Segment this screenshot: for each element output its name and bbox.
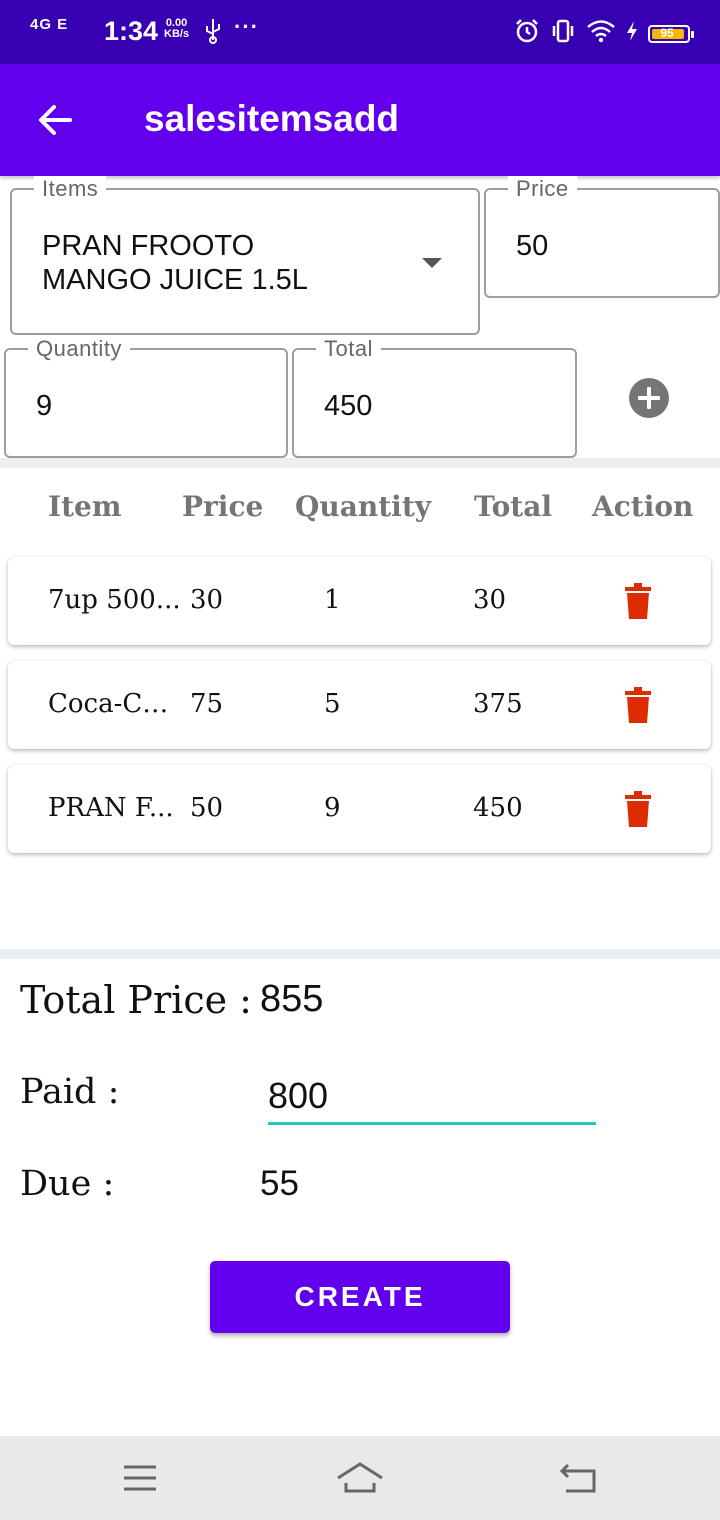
plus-circle-icon[interactable] [629, 378, 669, 418]
price-field[interactable]: Price 50 [484, 176, 720, 298]
cell-quantity: 1 [324, 585, 341, 615]
quantity-label: Quantity [28, 336, 130, 362]
cell-item: PRAN F... [48, 793, 174, 823]
cell-price: 30 [190, 585, 224, 615]
battery-icon: 95 [648, 24, 694, 43]
divider [0, 949, 720, 959]
cell-item: Coca-Co... [48, 689, 182, 719]
paid-label: Paid : [20, 1072, 120, 1112]
charging-icon [626, 20, 638, 47]
total-price-label: Total Price : [20, 978, 252, 1022]
page-title: salesitemsadd [144, 98, 400, 139]
cell-total: 450 [473, 793, 523, 823]
quantity-field[interactable]: Quantity 9 [4, 336, 288, 458]
header-total: Total [474, 490, 553, 523]
menu-icon[interactable] [122, 1464, 158, 1497]
table-row: Coca-Co... 75 5 375 [8, 661, 711, 749]
network-speed: 0.00 KB/s [164, 18, 189, 40]
total-label: Total [316, 336, 381, 362]
arrow-left-icon[interactable] [36, 100, 76, 140]
header-action: Action [592, 490, 694, 523]
divider [0, 458, 720, 468]
paid-input[interactable] [268, 1070, 596, 1125]
items-label: Items [34, 176, 107, 202]
trash-icon[interactable] [625, 791, 651, 827]
cell-quantity: 5 [324, 689, 341, 719]
total-value: 450 [324, 390, 373, 422]
usb-icon [204, 18, 222, 49]
header-item: Item [48, 490, 122, 523]
due-label: Due : [20, 1164, 115, 1204]
vibrate-icon [550, 18, 576, 49]
network-speed-unit: KB/s [164, 28, 190, 40]
total-field[interactable]: Total 450 [292, 336, 577, 458]
more-notifications-icon: ··· [234, 14, 259, 39]
price-label: Price [508, 176, 577, 202]
due-value: 55 [260, 1164, 299, 1203]
chevron-down-icon [422, 258, 442, 268]
table-row: PRAN F... 50 9 450 [8, 765, 711, 853]
trash-icon[interactable] [625, 687, 651, 723]
items-value-line2: MANGO JUICE 1.5L [42, 264, 308, 296]
cell-total: 30 [473, 585, 507, 615]
create-button[interactable]: CREATE [210, 1261, 510, 1333]
quantity-value: 9 [36, 390, 53, 422]
cell-item: 7up 500... [48, 585, 181, 615]
alarm-icon [514, 18, 540, 49]
back-icon[interactable] [558, 1462, 598, 1499]
wifi-icon [586, 19, 616, 48]
header-quantity: Quantity [295, 490, 432, 523]
header-price: Price [182, 490, 264, 523]
cell-quantity: 9 [324, 793, 341, 823]
battery-level: 95 [660, 25, 674, 40]
status-time: 1:34 [104, 16, 159, 46]
cell-total: 375 [473, 689, 523, 719]
cell-price: 50 [190, 793, 224, 823]
app-bar: salesitemsadd [0, 64, 720, 176]
items-dropdown[interactable]: Items PRAN FROOTO MANGO JUICE 1.5L [10, 176, 480, 335]
items-value: PRAN FROOTO MANGO JUICE 1.5L [42, 226, 308, 300]
price-value: 50 [516, 230, 549, 262]
trash-icon[interactable] [625, 583, 651, 619]
cell-price: 75 [190, 689, 224, 719]
signal-indicator: 4G E [30, 16, 69, 33]
status-bar: 4G E 1:34 0.00 KB/s ··· 95 [0, 0, 720, 64]
table-row: 7up 500... 30 1 30 [8, 557, 711, 645]
home-icon[interactable] [334, 1460, 386, 1499]
system-nav-bar [0, 1436, 720, 1520]
total-price-value: 855 [260, 978, 324, 1020]
